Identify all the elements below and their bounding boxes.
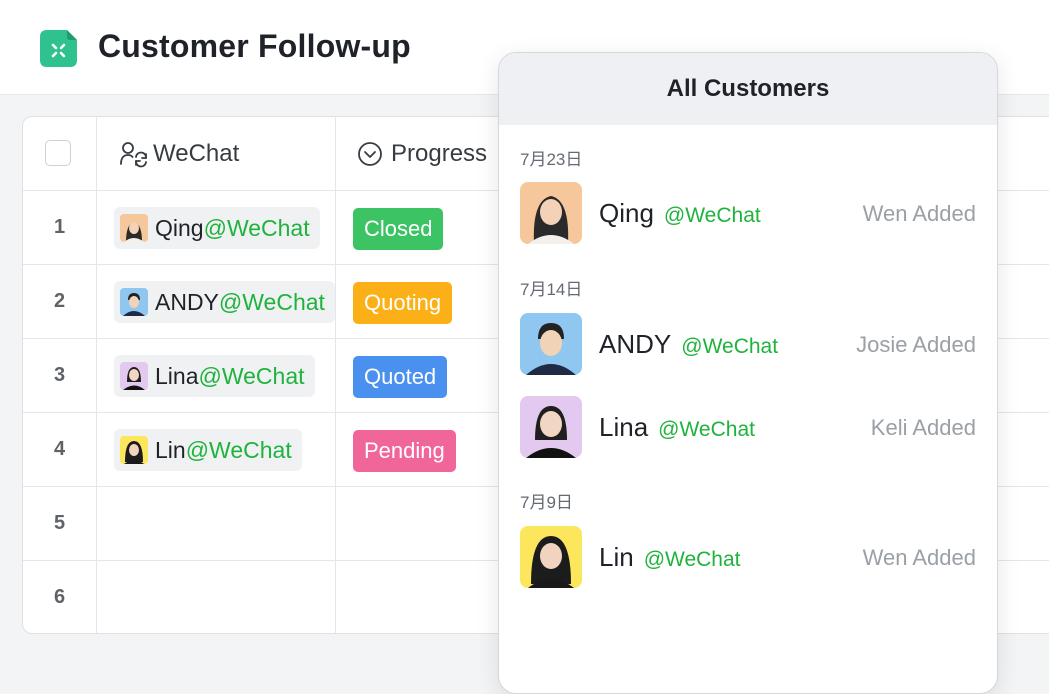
row-number: 3 — [53, 364, 66, 386]
customer-list-item[interactable]: Lin @WeChat Wen Added — [520, 526, 976, 590]
date-group-label: 7月14日 — [520, 280, 583, 299]
column-title: Progress — [391, 139, 488, 167]
wechat-contact-chip[interactable]: Lin @WeChat — [114, 429, 302, 471]
added-by-label: Wen Added — [862, 201, 976, 226]
column-header-wechat[interactable]: WeChat — [119, 117, 239, 190]
added-by-label: Wen Added — [862, 545, 976, 570]
avatar — [520, 396, 582, 458]
chevron-circle-icon — [358, 141, 382, 166]
customer-list-item[interactable]: ANDY @WeChat Josie Added — [520, 313, 976, 377]
row-number: 6 — [53, 586, 66, 608]
avatar — [120, 214, 148, 242]
app-logo-icon — [40, 30, 77, 67]
wechat-tag: @WeChat — [658, 418, 755, 441]
date-group-label: 7月23日 — [520, 150, 583, 169]
wechat-tag: @WeChat — [663, 204, 761, 227]
progress-tag[interactable]: Quoting — [353, 282, 453, 324]
avatar — [120, 436, 148, 464]
added-by-label: Josie Added — [856, 332, 976, 357]
page-title: Customer Follow-up — [98, 28, 411, 64]
wechat-contact-chip[interactable]: ANDY @WeChat — [114, 281, 335, 323]
progress-tag[interactable]: Closed — [353, 208, 444, 250]
row-number: 2 — [53, 290, 66, 312]
date-group-label: 7月9日 — [520, 493, 573, 512]
row-number: 4 — [53, 438, 66, 460]
progress-tag[interactable]: Pending — [353, 430, 456, 472]
customer-list-item[interactable]: Qing @WeChat Wen Added — [520, 182, 976, 246]
customer-name: Lin — [599, 542, 634, 572]
wechat-contact-chip[interactable]: Lina @WeChat — [114, 355, 315, 397]
customer-name: Lina — [599, 412, 649, 442]
avatar — [520, 526, 582, 588]
wechat-tag: @WeChat — [643, 548, 741, 571]
column-title: WeChat — [153, 139, 240, 167]
avatar — [120, 288, 148, 316]
avatar — [520, 313, 582, 375]
wechat-contact-icon — [120, 141, 147, 167]
wechat-contact-chip[interactable]: Qing @WeChat — [114, 207, 320, 249]
progress-tag[interactable]: Quoted — [353, 356, 448, 398]
customer-name: ANDY — [599, 329, 672, 359]
popup-title: All Customers — [499, 53, 997, 125]
customer-list-popup: All Customers 7月23日 Qing @WeChat Wen Adde… — [498, 52, 998, 694]
avatar — [120, 362, 148, 390]
row-number: 1 — [53, 216, 66, 238]
customer-list-item[interactable]: Lina @WeChat Keli Added — [520, 396, 976, 460]
wechat-tag: @WeChat — [681, 335, 779, 358]
row-number: 5 — [53, 512, 66, 534]
added-by-label: Keli Added — [870, 415, 976, 440]
select-all-checkbox[interactable] — [45, 140, 71, 166]
column-header-progress[interactable]: Progress — [357, 117, 487, 190]
customer-name: Qing — [599, 198, 654, 228]
avatar — [520, 182, 582, 244]
